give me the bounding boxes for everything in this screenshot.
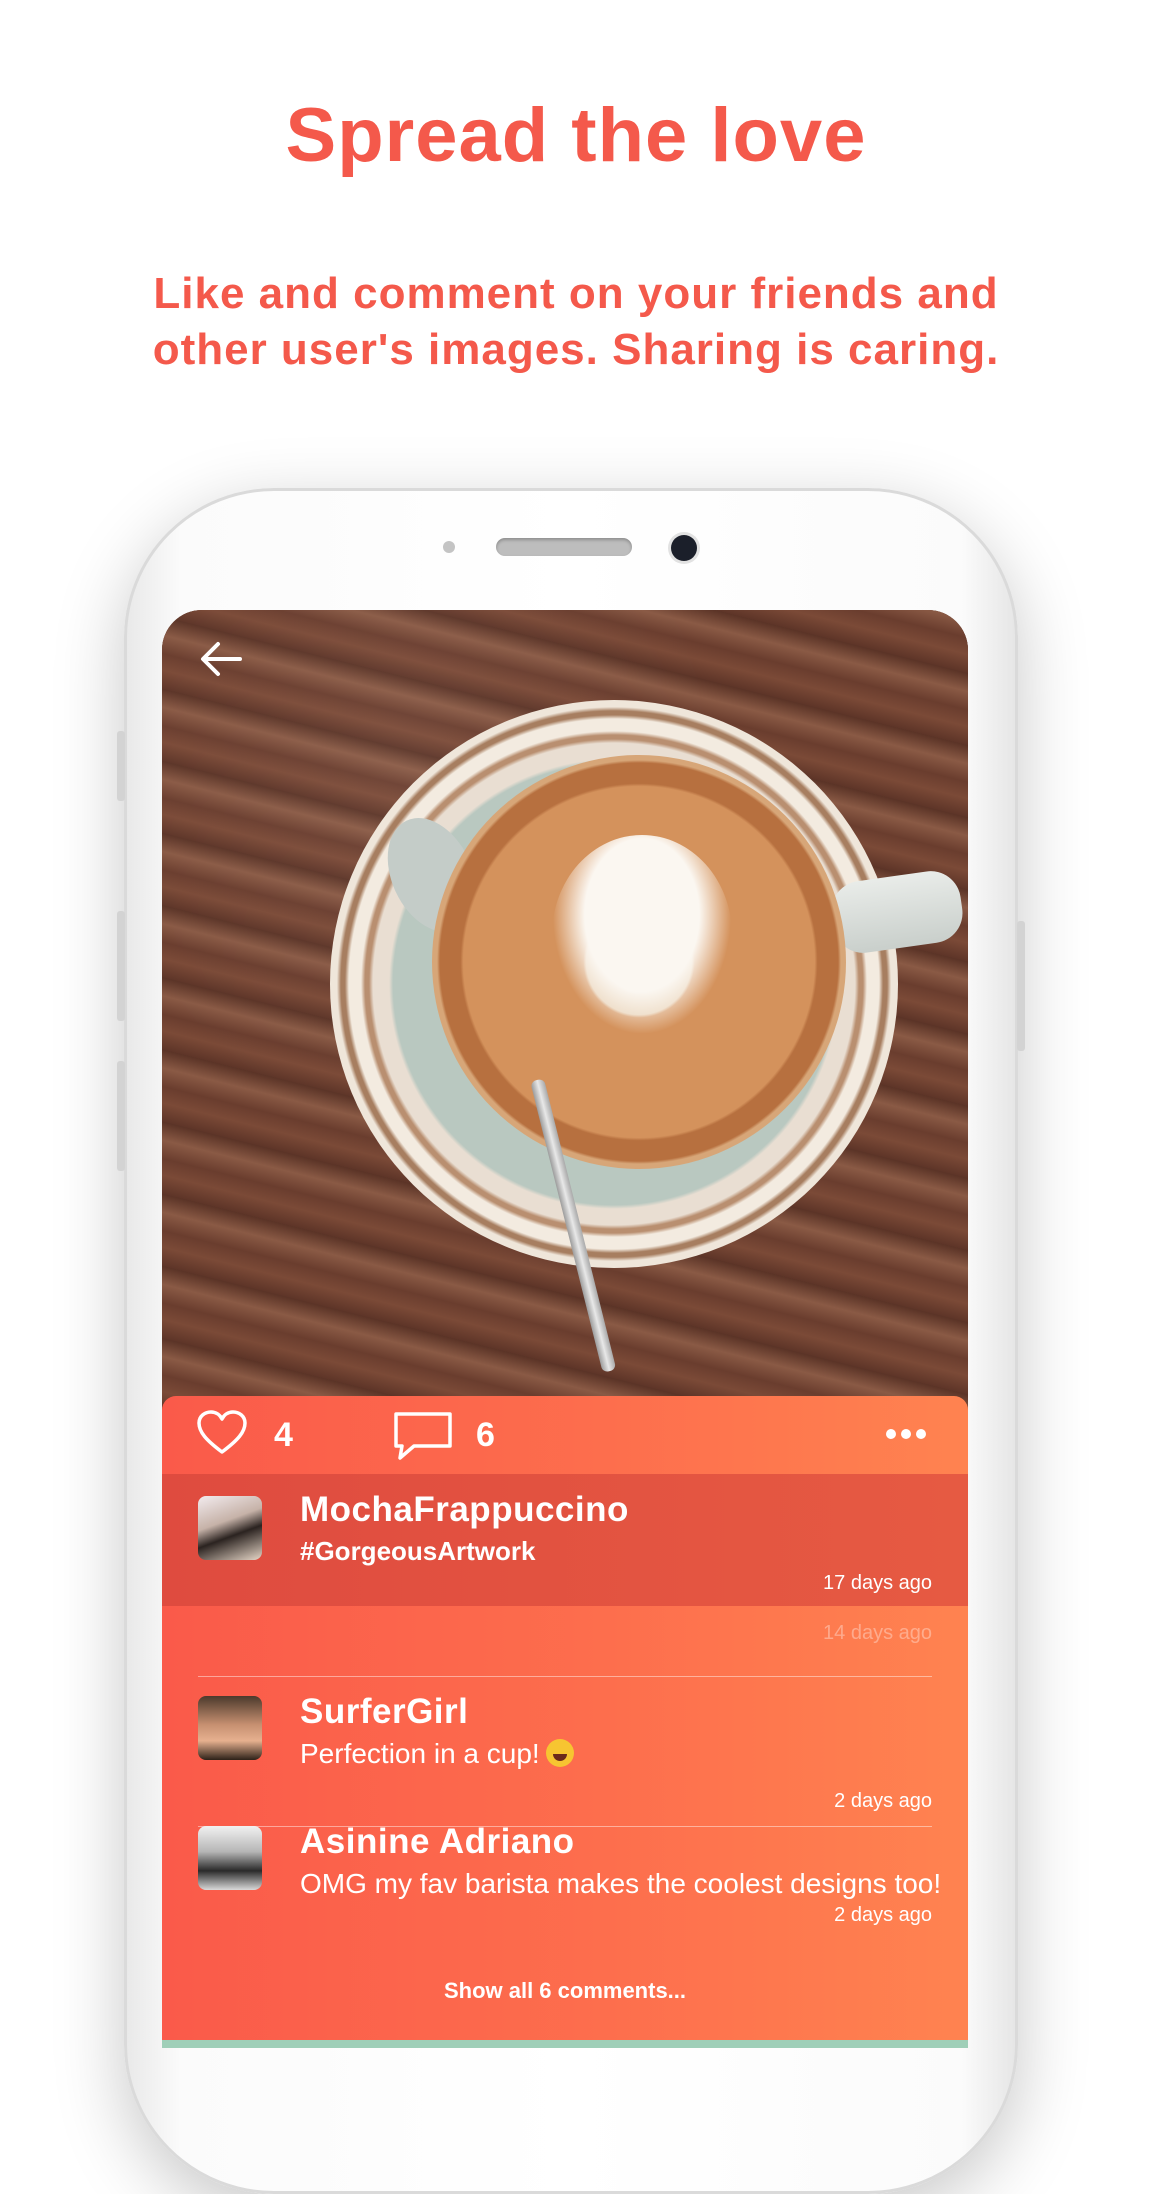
avatar[interactable] [198, 1496, 262, 1560]
comment-username[interactable]: SurferGirl [300, 1692, 468, 1732]
latte-art [552, 835, 732, 1035]
earpiece-speaker [496, 538, 632, 556]
post-actions-bar: 4 6 [162, 1396, 968, 1474]
comment-count: 6 [476, 1416, 495, 1454]
proximity-sensor [443, 541, 455, 553]
comment-username[interactable]: Asinine Adriano [300, 1822, 575, 1862]
heart-icon[interactable] [196, 1410, 248, 1456]
comment-text: OMG my fav barista makes the coolest des… [300, 1868, 942, 1899]
headline: Spread the love [285, 93, 867, 178]
avatar[interactable] [198, 1826, 262, 1890]
faded-timestamp: 14 days ago [823, 1622, 932, 1644]
post-details-panel: 4 6 MochaFrappuccino #GorgeousArtwork 17… [162, 1396, 968, 2048]
divider [198, 1676, 932, 1677]
back-arrow-icon[interactable] [196, 634, 246, 684]
like-count: 4 [274, 1416, 293, 1454]
comment-timestamp: 2 days ago [834, 1790, 932, 1812]
grinning-face-emoji [545, 1739, 574, 1767]
show-all-comments-link[interactable]: Show all 6 comments... [162, 1978, 968, 2004]
post-photo[interactable] [162, 610, 968, 1410]
app-screen: 4 6 MochaFrappuccino #GorgeousArtwork 17… [162, 610, 968, 2048]
post-caption: MochaFrappuccino #GorgeousArtwork 17 day… [162, 1474, 968, 1606]
next-post-preview [162, 2040, 968, 2048]
caption-username[interactable]: MochaFrappuccino [300, 1490, 629, 1530]
comment-text: Perfection in a cup! [300, 1738, 574, 1770]
caption-hashtag[interactable]: #GorgeousArtwork [300, 1536, 536, 1567]
front-camera [671, 535, 697, 561]
avatar[interactable] [198, 1696, 262, 1760]
subheadline: Like and comment on your friends and oth… [152, 269, 1000, 374]
more-options-icon[interactable] [886, 1426, 934, 1439]
comment-icon[interactable] [392, 1410, 454, 1462]
comment-timestamp: 2 days ago [834, 1904, 932, 1926]
caption-timestamp: 17 days ago [823, 1572, 932, 1594]
